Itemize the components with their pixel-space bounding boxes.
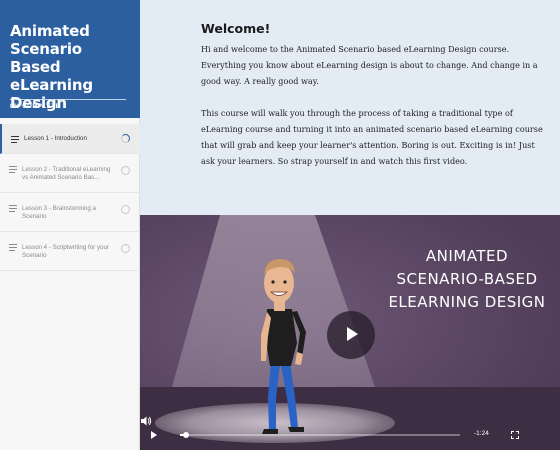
video-title-line-3: ELEARNING DESIGN [388,293,546,311]
fullscreen-icon[interactable] [511,431,519,439]
video-title: ANIMATED SCENARIO-BASED ELEARNING DESIGN [382,245,552,314]
text-lines-icon [9,244,17,253]
lesson-text-panel: Welcome! Hi and welcome to the Animated … [140,0,560,215]
big-play-button[interactable] [327,311,375,359]
progress-bar [10,99,126,100]
progress-circle-icon [121,205,130,214]
lesson-list: Lesson 1 - Introduction Lesson 2 - Tradi… [0,124,140,271]
lesson-label: Lesson 2 - Traditional eLearning vs Anim… [22,166,111,181]
scrubber-handle[interactable] [182,432,189,438]
progress-label: 0% COMPLETE [10,104,61,110]
text-lines-icon [11,136,19,145]
video-controls: -1:24 [140,415,560,450]
intro-paragraph: Hi and welcome to the Animated Scenario … [201,44,538,86]
progress-circle-icon [121,244,130,253]
body-paragraph: This course will walk you through the pr… [201,108,543,166]
time-remaining: -1:24 [474,430,489,437]
lesson-item-4[interactable]: Lesson 4 - Scriptwriting for your Scenar… [0,232,140,271]
video-title-line-1: ANIMATED [425,247,509,265]
progress-circle-icon [121,166,130,175]
sidebar-header: Animated Scenario Based eLearning Design… [0,0,140,118]
page-title: Welcome! [201,21,271,36]
progress-circle-icon [121,134,130,143]
main-content: Welcome! Hi and welcome to the Animated … [140,0,560,450]
play-icon[interactable] [151,431,157,439]
lesson-label: Lesson 1 - Introduction [24,135,87,142]
volume-icon[interactable] [140,415,152,427]
text-lines-icon [9,166,17,175]
text-lines-icon [9,205,17,214]
progress-scrubber[interactable] [180,432,460,438]
sidebar: Animated Scenario Based eLearning Design… [0,0,140,450]
lesson-item-1[interactable]: Lesson 1 - Introduction [0,124,140,154]
video-player[interactable]: ANIMATED SCENARIO-BASED ELEARNING DESIGN… [140,215,560,450]
lesson-label: Lesson 3 - Brainstorming a Scenario [22,205,96,220]
video-title-line-2: SCENARIO-BASED [396,270,538,288]
lesson-item-3[interactable]: Lesson 3 - Brainstorming a Scenario [0,193,140,232]
lesson-label: Lesson 4 - Scriptwriting for your Scenar… [22,244,110,259]
lesson-item-2[interactable]: Lesson 2 - Traditional eLearning vs Anim… [0,154,140,193]
